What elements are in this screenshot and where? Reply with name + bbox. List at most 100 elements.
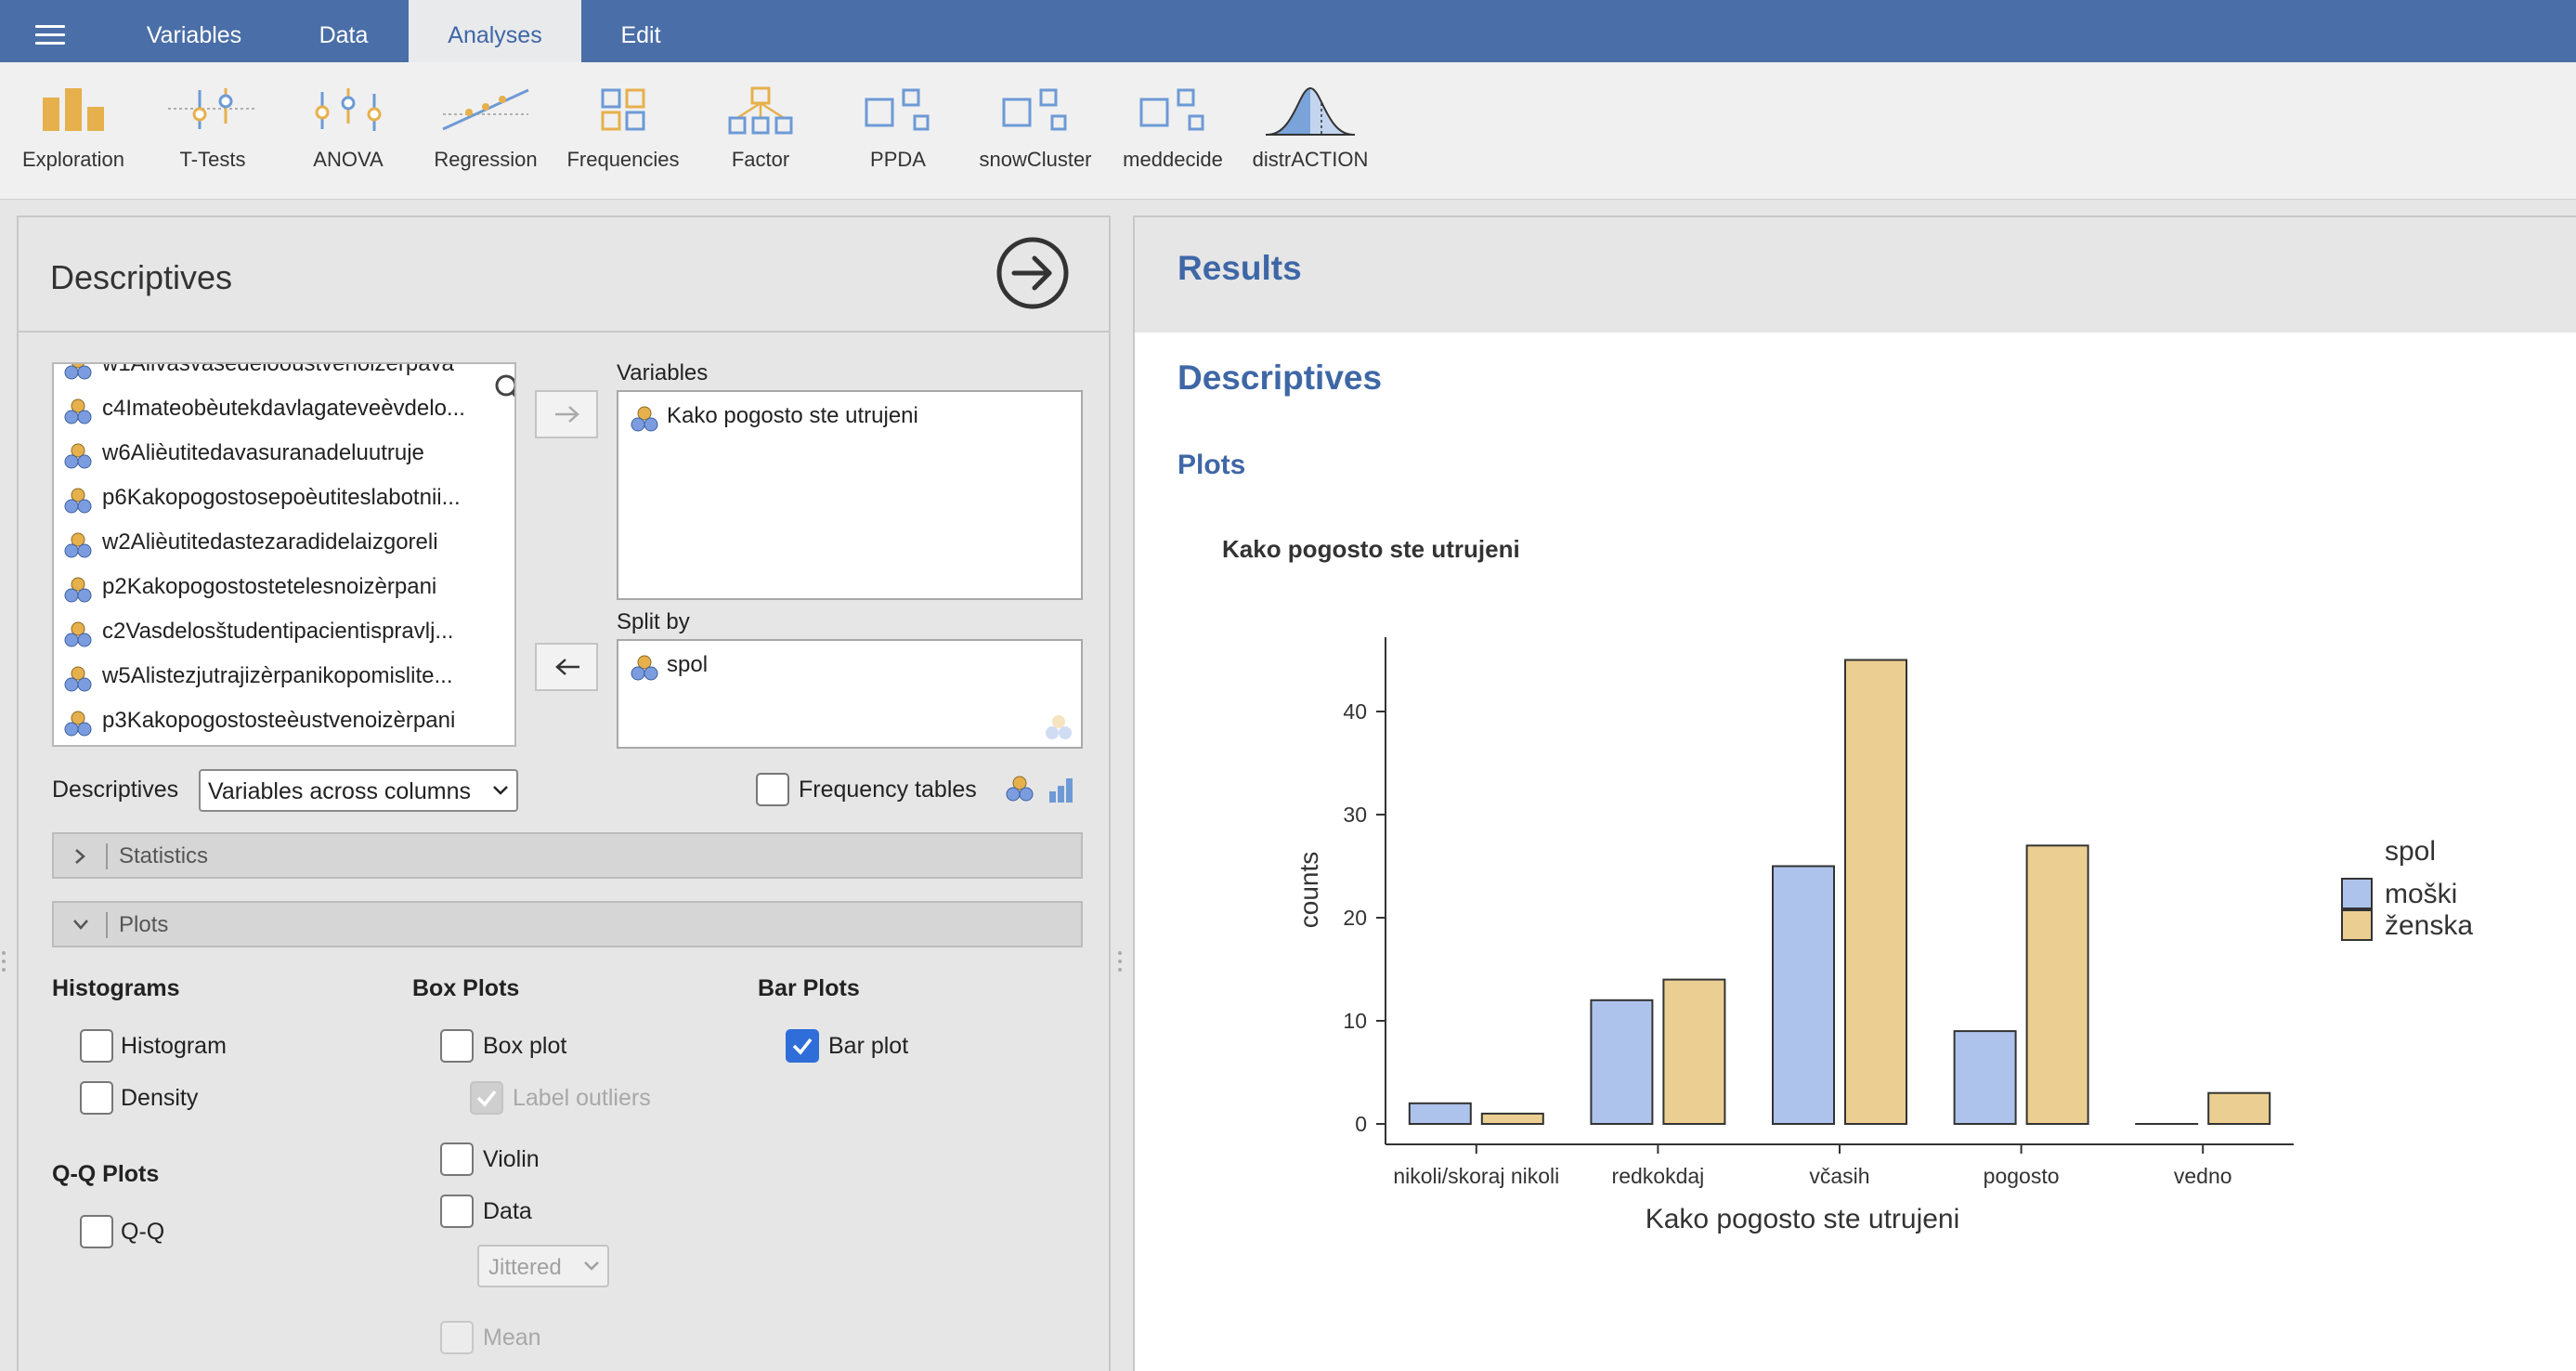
hamburger-menu-icon[interactable]: [35, 25, 65, 46]
plots-section-header[interactable]: Plots: [52, 901, 1083, 947]
variable-list-item[interactable]: c4Imateobèutekdavlagateveèvdelo...: [54, 386, 514, 431]
tab-edit[interactable]: Edit: [594, 0, 687, 62]
analyses-ribbon: Exploration T-Tests ANOVA Regression Fre…: [0, 62, 2576, 200]
variable-list-item-label: c4Imateobèutekdavlagateveèvdelo...: [102, 396, 465, 421]
variable-list-item-label: w2Alièutitedastezaradidelaizgoreli: [102, 529, 438, 555]
y-tick-label: 20: [1343, 906, 1367, 930]
label-outliers-checkbox[interactable]: [470, 1081, 503, 1115]
module-icon: [865, 88, 930, 131]
left-splitter-grip[interactable]: [2, 951, 7, 979]
ribbon-exploration-button[interactable]: Exploration: [4, 62, 143, 200]
y-tick-label: 30: [1343, 803, 1367, 827]
frequency-tables-checkbox[interactable]: [756, 773, 789, 806]
nominal-variable-icon: [64, 577, 92, 603]
menu-bar: Variables Data Analyses Edit: [0, 0, 2576, 62]
data-label: Data: [483, 1198, 532, 1224]
descriptives-select-value: Variables across columns: [208, 778, 471, 804]
density-checkbox[interactable]: [80, 1081, 113, 1115]
chevron-down-icon: [493, 786, 508, 795]
regression-icon: [442, 88, 529, 131]
ribbon-anova-button[interactable]: ANOVA: [279, 62, 418, 200]
bar: [2207, 1091, 2271, 1126]
bar-chart[interactable]: 0 10 20 30 40 nikoli/skoraj nikoli redkokdaj vč…: [1135, 217, 2574, 1369]
tab-variables[interactable]: Variables: [115, 0, 273, 62]
variable-list-item[interactable]: w1Alivasvasedelooustvenoizèrpava: [54, 364, 514, 386]
splitby-dropbox[interactable]: spol: [617, 639, 1083, 749]
analysis-options-panel: Descriptives p3Kakopogostosteèustvenoizè…: [17, 215, 1111, 1371]
descriptives-select[interactable]: Variables across columns: [199, 769, 518, 812]
arrow-right-circle-icon[interactable]: [995, 236, 1070, 310]
search-icon[interactable]: [494, 373, 516, 405]
variable-list-item[interactable]: p2Kakopogostostetelesnoizèrpani: [54, 565, 514, 609]
y-tick-label: 0: [1355, 1112, 1367, 1136]
x-tick-label: vedno: [2174, 1164, 2232, 1188]
legend-entry: moški: [2385, 879, 2457, 909]
variable-list-item[interactable]: c2Vasdelosštudentipacientispravlj...: [54, 609, 514, 654]
ribbon-ppda-button[interactable]: PPDA: [828, 62, 968, 200]
y-axis-label: counts: [1295, 852, 1323, 929]
move-to-variables-button[interactable]: [535, 390, 598, 438]
checkmark-icon: [476, 1090, 497, 1107]
mean-checkbox[interactable]: [440, 1321, 474, 1354]
move-to-splitby-button[interactable]: [535, 643, 598, 691]
bar: [1408, 1102, 1472, 1125]
qq-checkbox[interactable]: [80, 1215, 113, 1248]
ribbon-snowcluster-button[interactable]: snowCluster: [966, 62, 1105, 200]
variable-list-item-label: c2Vasdelosštudentipacientispravlj...: [102, 619, 454, 644]
nominal-variable-icon: [1046, 715, 1072, 739]
ribbon-ttests-button[interactable]: T-Tests: [143, 62, 282, 200]
tab-analyses[interactable]: Analyses: [409, 0, 581, 62]
exploration-icon: [43, 88, 104, 131]
available-variables-list[interactable]: p3Kakopogostosteèustvenoizèrpani w5Aliste…: [52, 362, 516, 747]
variable-list-item[interactable]: p6Kakopogostosepoèutiteslabotnii...: [54, 476, 514, 520]
histogram-label: Histogram: [121, 1033, 227, 1059]
variable-list-item[interactable]: w6Alièutitedavasuranadeluutruje: [54, 431, 514, 476]
density-label: Density: [121, 1085, 199, 1111]
legend-title: spol: [2385, 836, 2436, 867]
legend-swatch: [2341, 909, 2373, 941]
x-tick-label: redkokdaj: [1612, 1164, 1705, 1188]
data-type-value: Jittered: [488, 1255, 562, 1280]
x-axis-label: Kako pogosto ste utrujeni: [1646, 1204, 1960, 1234]
violin-checkbox[interactable]: [440, 1142, 474, 1176]
ttests-icon: [168, 88, 257, 129]
bar-plot-checkbox[interactable]: [786, 1029, 819, 1063]
tab-data[interactable]: Data: [288, 0, 399, 62]
frequency-tables-label: Frequency tables: [799, 777, 977, 803]
ribbon-regression-button[interactable]: Regression: [416, 62, 555, 200]
x-tick-label: pogosto: [1984, 1164, 2060, 1188]
variable-list-item[interactable]: p3Kakopogostosteèustvenoizèrpani: [54, 699, 514, 743]
variable-list-item[interactable]: w5Alistezjutrajizèrpanikopomislite...: [54, 654, 514, 699]
anova-icon: [315, 88, 382, 131]
data-checkbox[interactable]: [440, 1195, 474, 1228]
statistics-section-header[interactable]: Statistics: [52, 832, 1083, 879]
ribbon-distraction-button[interactable]: distrACTION: [1241, 62, 1380, 200]
variable-list-item-label: w5Alistezjutrajizèrpanikopomislite...: [102, 663, 453, 688]
frequencies-icon: [601, 88, 645, 131]
ribbon-frequencies-button[interactable]: Frequencies: [553, 62, 693, 200]
center-splitter-grip[interactable]: [1118, 951, 1124, 979]
nominal-variable-icon: [64, 398, 92, 424]
ribbon-factor-button[interactable]: Factor: [691, 62, 830, 200]
variable-list-item[interactable]: w2Alièutitedastezaradidelaizgoreli: [54, 520, 514, 565]
statistics-section-label: Statistics: [119, 843, 209, 868]
nominal-variable-icon: [64, 443, 92, 469]
variables-dropbox[interactable]: Kako pogosto ste utrujeni: [617, 390, 1083, 600]
nominal-variable-icon: [64, 621, 92, 647]
nominal-variable-icon: [631, 655, 658, 681]
ribbon-meddecide-button[interactable]: meddecide: [1103, 62, 1242, 200]
bar: [1662, 978, 1726, 1125]
histogram-checkbox[interactable]: [80, 1029, 113, 1063]
box-plot-checkbox[interactable]: [440, 1029, 474, 1063]
options-title: Descriptives: [50, 258, 233, 296]
legend-entry: ženska: [2385, 910, 2473, 941]
module-icon: [1002, 88, 1067, 131]
legend-swatch: [2341, 878, 2373, 909]
variable-list-item-label: p6Kakopogostosepoèutiteslabotnii...: [102, 485, 461, 510]
bar: [1772, 865, 1835, 1125]
distribution-icon: [1266, 86, 1355, 136]
options-header: Descriptives: [19, 217, 1109, 333]
data-type-select[interactable]: Jittered: [477, 1245, 609, 1287]
nominal-variable-icon: [631, 406, 658, 432]
label-outliers-label: Label outliers: [513, 1085, 651, 1111]
